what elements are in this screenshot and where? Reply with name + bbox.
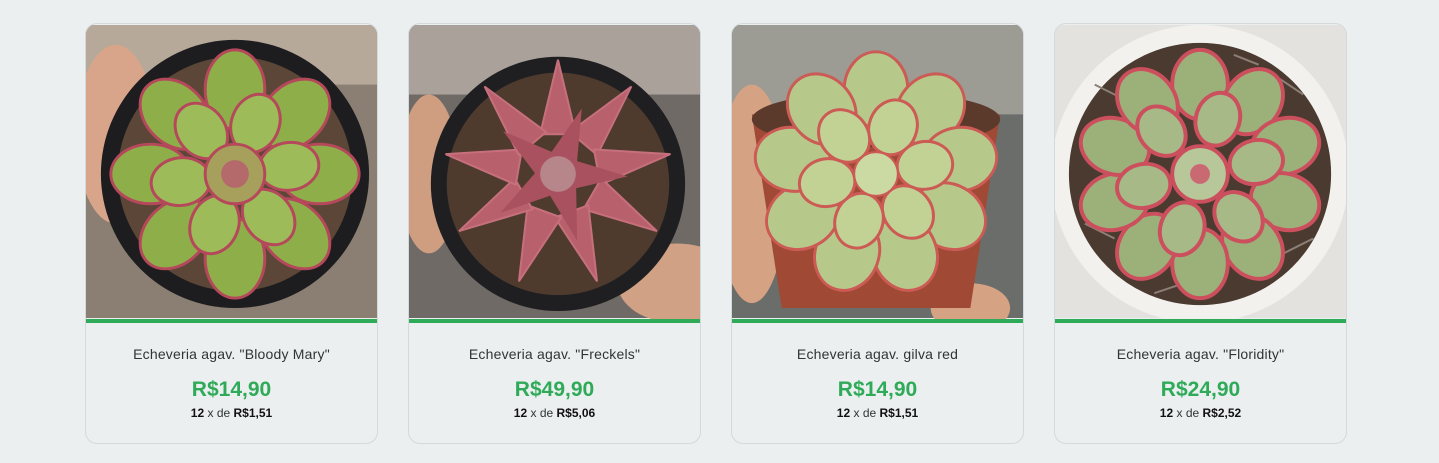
installment-value: R$1,51	[233, 406, 273, 420]
succulent-photo-icon	[732, 25, 1023, 319]
product-name[interactable]: Echeveria agav. "Floridity"	[1055, 346, 1346, 362]
product-image[interactable]	[86, 24, 377, 319]
installments: 12 x de R$1,51	[732, 406, 1023, 420]
product-price: R$49,90	[514, 378, 595, 401]
installments-count: 12	[513, 406, 528, 420]
installments-count: 12	[190, 406, 205, 420]
product-card[interactable]: Echeveria agav. "Bloody Mary" R$14,90 12…	[85, 23, 378, 444]
product-info: Echeveria agav. "Bloody Mary" R$14,90 12…	[86, 323, 377, 420]
installments-count: 12	[836, 406, 851, 420]
product-image[interactable]	[409, 24, 700, 319]
succulent-photo-icon	[86, 25, 377, 318]
installments-count: 12	[1159, 406, 1174, 420]
product-price: R$24,90	[1160, 378, 1241, 401]
product-price: R$14,90	[837, 378, 918, 401]
product-info: Echeveria agav. "Floridity" R$24,90 12 x…	[1055, 323, 1346, 420]
product-image[interactable]	[732, 24, 1023, 319]
product-info: Echeveria agav. gilva red R$14,90 12 x d…	[732, 323, 1023, 420]
installments: 12 x de R$1,51	[86, 406, 377, 420]
installment-value: R$5,06	[556, 406, 596, 420]
product-info: Echeveria agav. "Freckels" R$49,90 12 x …	[409, 323, 700, 420]
installments: 12 x de R$5,06	[409, 406, 700, 420]
product-card[interactable]: Echeveria agav. "Floridity" R$24,90 12 x…	[1054, 23, 1347, 444]
installment-value: R$1,51	[879, 406, 919, 420]
product-card[interactable]: Echeveria agav. gilva red R$14,90 12 x d…	[731, 23, 1024, 444]
product-name[interactable]: Echeveria agav. gilva red	[732, 346, 1023, 362]
succulent-photo-icon	[409, 25, 700, 319]
installments: 12 x de R$2,52	[1055, 406, 1346, 420]
product-grid: Echeveria agav. "Bloody Mary" R$14,90 12…	[85, 23, 1347, 444]
product-image[interactable]	[1055, 24, 1346, 319]
installments-separator: x de	[530, 406, 554, 420]
product-name[interactable]: Echeveria agav. "Freckels"	[409, 346, 700, 362]
installments-separator: x de	[1176, 406, 1200, 420]
installment-value: R$2,52	[1202, 406, 1242, 420]
product-price: R$14,90	[191, 378, 272, 401]
installments-separator: x de	[853, 406, 877, 420]
product-name[interactable]: Echeveria agav. "Bloody Mary"	[86, 346, 377, 362]
product-card[interactable]: Echeveria agav. "Freckels" R$49,90 12 x …	[408, 23, 701, 444]
installments-separator: x de	[207, 406, 231, 420]
succulent-photo-icon	[1055, 25, 1346, 319]
